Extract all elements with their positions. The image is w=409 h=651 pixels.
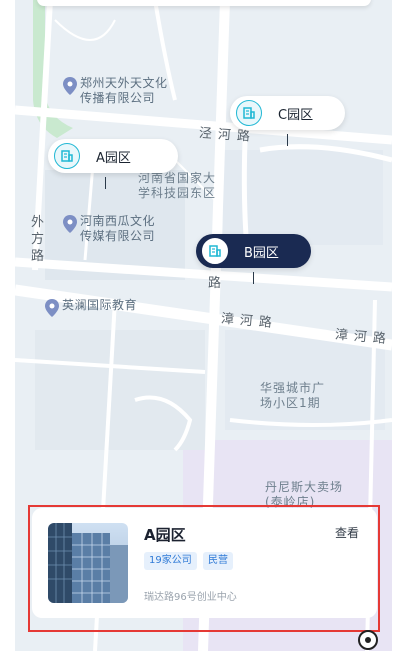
poi-zhengzhou-tianwai[interactable]: 郑州天外天文化 传播有限公司 (63, 76, 168, 106)
poi-line: 丹尼斯大卖场 (265, 480, 344, 494)
park-marker-label: C园区 (278, 107, 314, 123)
top-search-card[interactable] (37, 0, 371, 6)
poi-henan-university-park[interactable]: 河南省国家大 学科技园东区 (138, 171, 216, 201)
road-label-fragment: 路 (208, 276, 228, 291)
location-pin-icon (45, 299, 59, 317)
poi-huaqiang-plaza[interactable]: 华强城市广 场小区1期 (260, 381, 325, 411)
road-char: 外 (31, 215, 45, 230)
park-marker-label: A园区 (96, 150, 131, 166)
road-label-waifang: 外 方 路 (31, 214, 44, 265)
park-marker-b[interactable]: B园区 (196, 234, 311, 284)
building-icon (54, 143, 80, 169)
poi-line: 场小区1期 (260, 396, 321, 410)
poi-line: 学科技园东区 (138, 186, 217, 200)
poi-line: 郑州天外天文化 (80, 76, 168, 90)
poi-line: 英澜国际教育 (62, 298, 138, 312)
road-char: 路 (31, 249, 45, 264)
app-root: 郑州天外天文化 传播有限公司 河南省国家大 学科技园东区 河南西瓜文化 传媒有限… (0, 0, 409, 651)
poi-yinglan-education[interactable]: 英澜国际教育 (45, 298, 137, 317)
poi-line: 河南西瓜文化 (80, 214, 156, 228)
locate-icon[interactable] (356, 628, 380, 651)
poi-henan-xigua[interactable]: 河南西瓜文化 传媒有限公司 (63, 214, 155, 244)
poi-line: 传媒有限公司 (80, 229, 156, 243)
poi-line: 河南省国家大 (138, 171, 217, 185)
park-marker-label: B园区 (244, 245, 279, 261)
selection-highlight-box (28, 505, 380, 632)
park-marker-a[interactable]: A园区 (48, 139, 178, 189)
poi-line: 华强城市广 (260, 381, 326, 395)
park-marker-c[interactable]: C园区 (230, 96, 345, 146)
location-pin-icon (63, 215, 77, 233)
location-pin-icon (63, 77, 77, 95)
poi-line: 传播有限公司 (80, 91, 156, 105)
building-icon (202, 238, 228, 264)
road-char: 方 (31, 232, 45, 247)
building-icon (236, 100, 262, 126)
